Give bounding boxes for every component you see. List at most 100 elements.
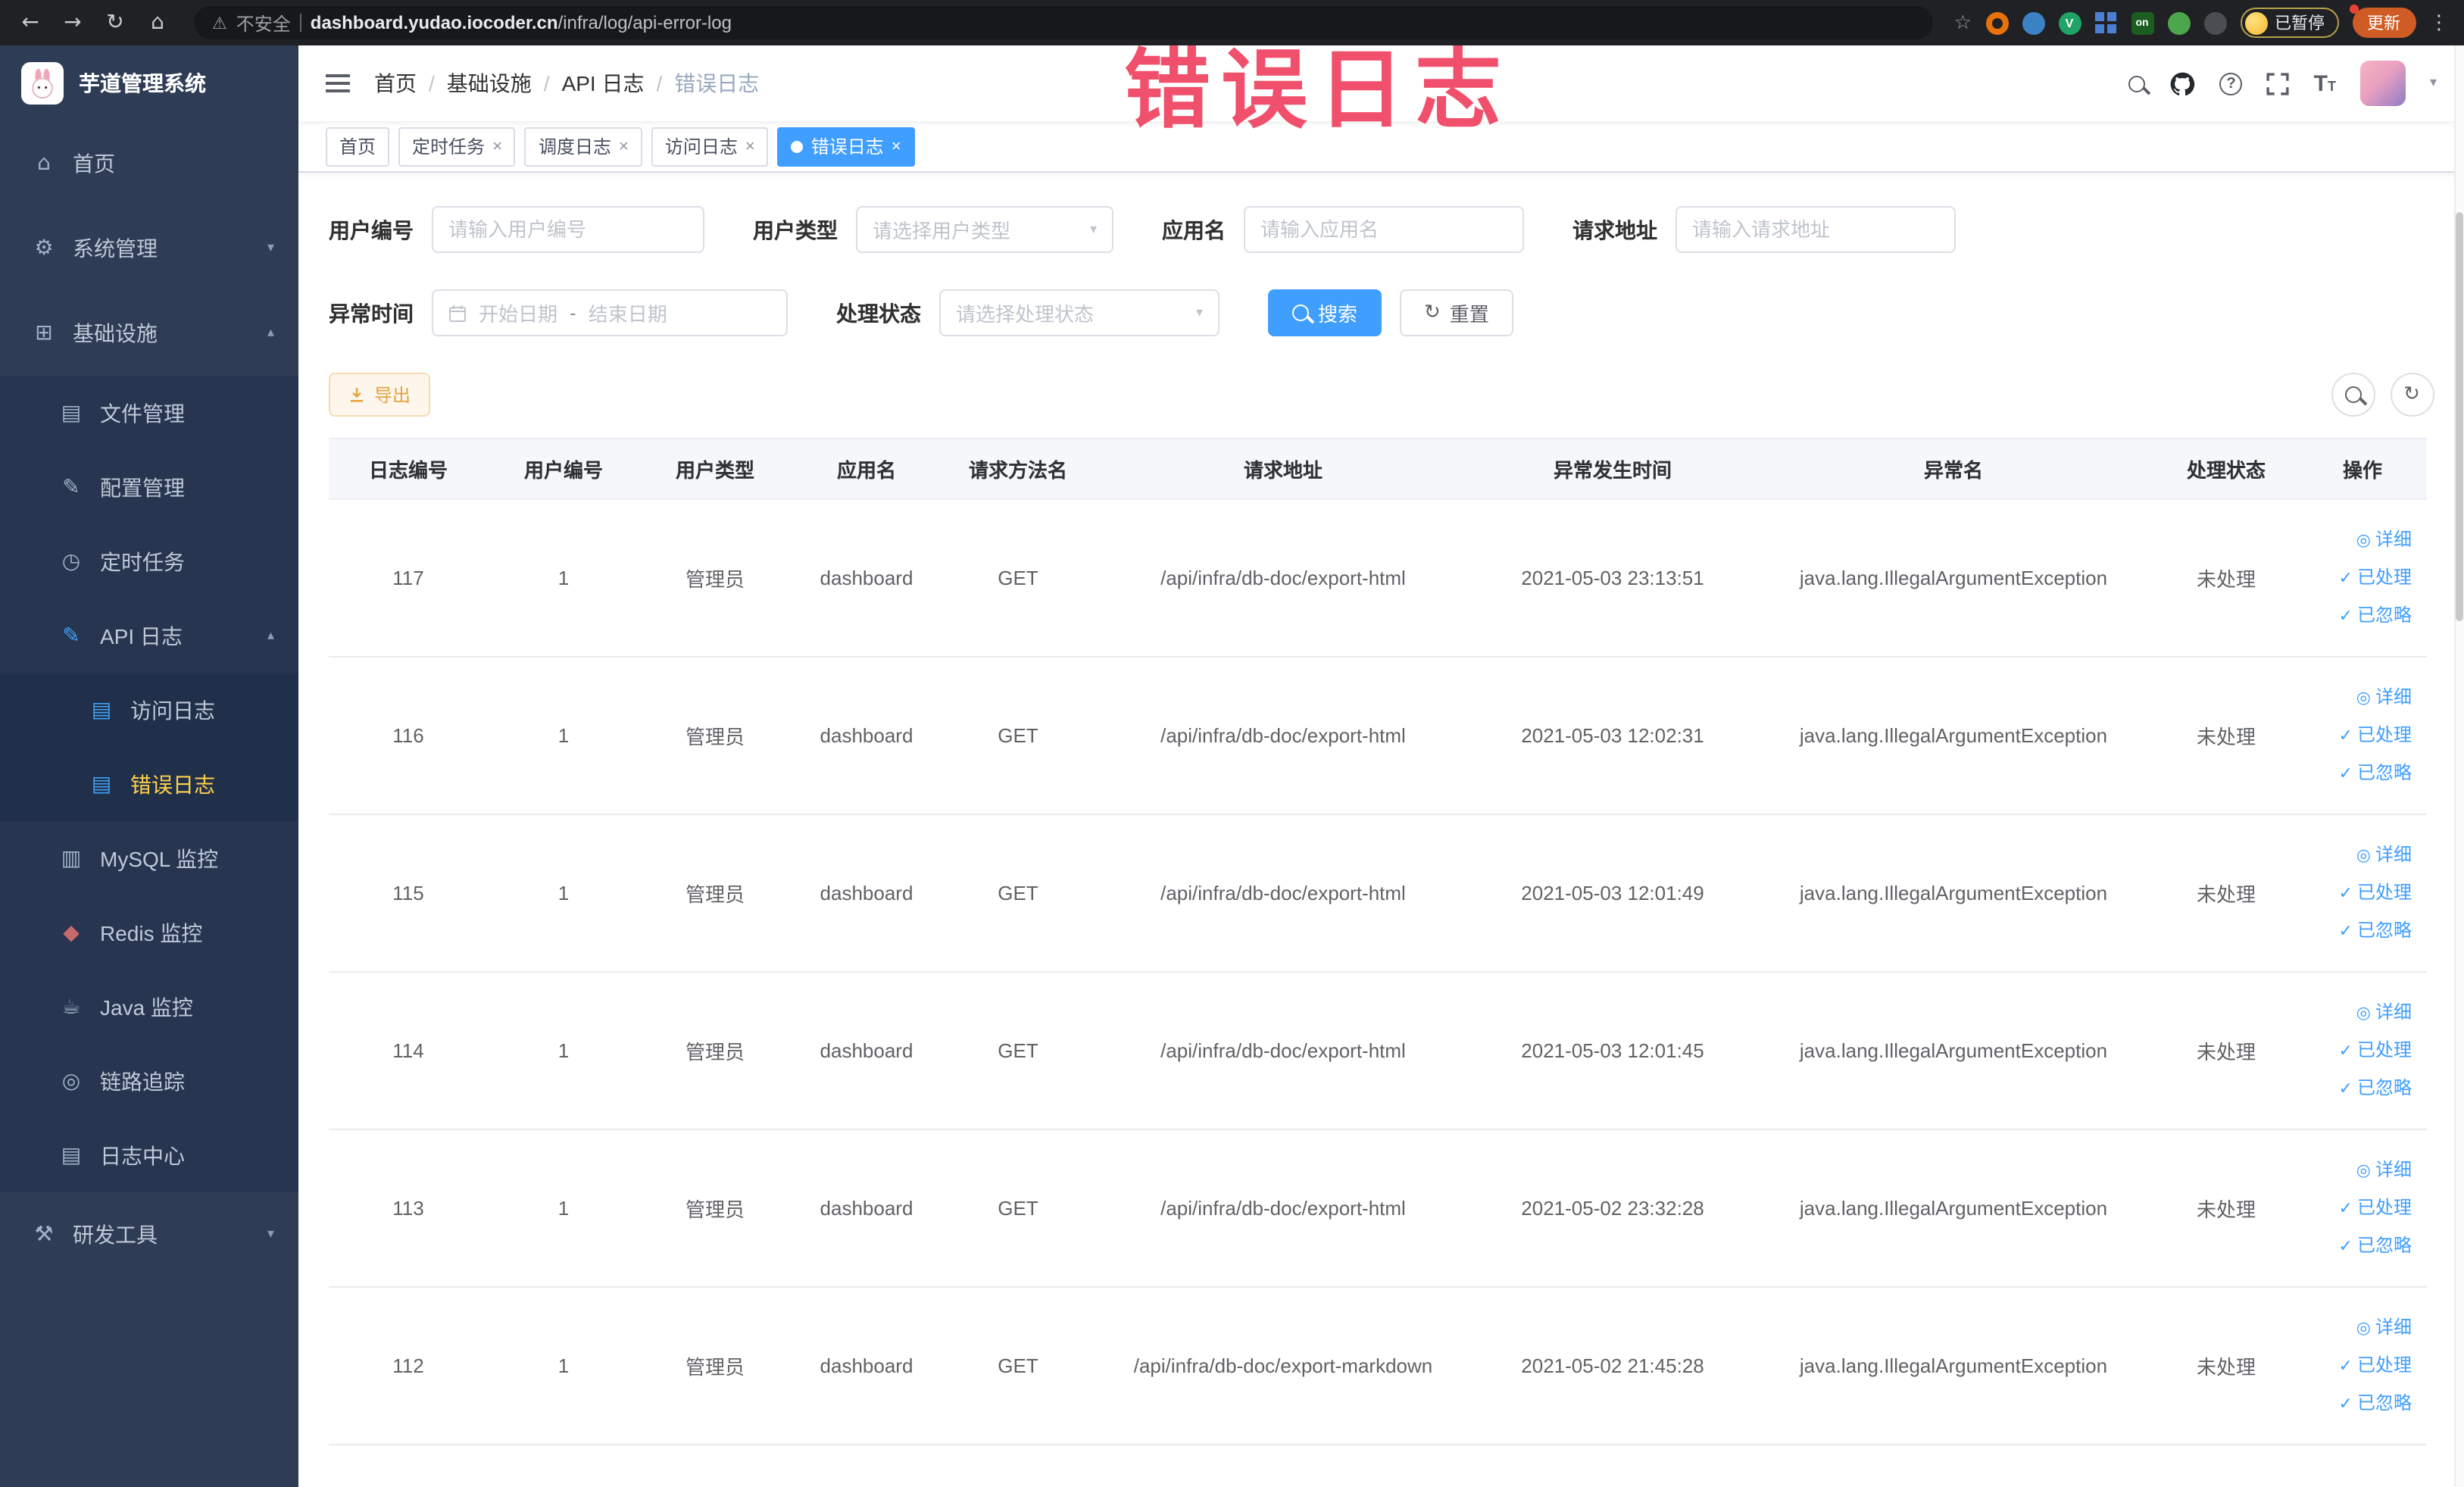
cell-user-type: 管理员 bbox=[639, 1287, 791, 1445]
cell-time: 2021-05-03 23:13:51 bbox=[1472, 499, 1753, 658]
search-icon[interactable] bbox=[2128, 75, 2146, 92]
cell-status: 未处理 bbox=[2154, 972, 2298, 1130]
tab-error-log[interactable]: 错误日志 × bbox=[777, 127, 915, 166]
process-status-select[interactable]: 请选择处理状态 ▾ bbox=[939, 289, 1220, 336]
update-button[interactable]: 更新 bbox=[2349, 5, 2416, 38]
sidebar-item-log-center[interactable]: ▤ 日志中心 bbox=[0, 1118, 298, 1192]
cell-status: 未处理 bbox=[2154, 499, 2298, 658]
scrollbar-thumb[interactable] bbox=[2455, 212, 2462, 621]
detail-icon: ◎ bbox=[2356, 1161, 2371, 1180]
extension-leaf-icon[interactable] bbox=[2167, 11, 2190, 34]
cell-actions: ◎ 详细 ✓ 已处理 ✓ 已忽略 bbox=[2298, 972, 2427, 1130]
process-icon: ✓ bbox=[2338, 1041, 2353, 1061]
cell-app-name: dashboard bbox=[791, 499, 942, 658]
sidebar-item-java-monitor[interactable]: ☕ Java 监控 bbox=[0, 970, 298, 1044]
extension-paw-icon[interactable] bbox=[2203, 11, 2226, 34]
ignore-link[interactable]: ✓ 已忽略 bbox=[2304, 754, 2412, 792]
sidebar-item-api-log[interactable]: ✎ API 日志 ▴ bbox=[0, 598, 298, 673]
process-link[interactable]: ✓ 已处理 bbox=[2304, 717, 2412, 754]
chrome-menu-icon[interactable]: ⋮ bbox=[2429, 11, 2449, 34]
main-area: 首页 / 基础设施 / API 日志 / 错误日志 ? TT ▾ 首页 定时任务… bbox=[298, 45, 2464, 1487]
hamburger-icon[interactable] bbox=[326, 74, 350, 92]
tab-scheduled-jobs[interactable]: 定时任务 × bbox=[398, 127, 516, 166]
col-user-type: 用户类型 bbox=[639, 438, 791, 500]
extension-grid-icon[interactable] bbox=[2094, 11, 2117, 34]
reload-icon[interactable]: ↻ bbox=[100, 11, 130, 35]
chevron-down-icon: ▾ bbox=[1089, 222, 1097, 237]
ignore-link[interactable]: ✓ 已忽略 bbox=[2304, 1070, 2412, 1107]
detail-link[interactable]: ◎ 详细 bbox=[2304, 679, 2412, 717]
extension-orange-icon[interactable] bbox=[1985, 11, 2008, 34]
font-size-icon[interactable]: TT bbox=[2314, 72, 2336, 95]
user-id-input[interactable] bbox=[432, 206, 704, 253]
fullscreen-icon[interactable] bbox=[2267, 72, 2290, 95]
avatar-caret-icon[interactable]: ▾ bbox=[2430, 76, 2437, 91]
sidebar-item-mysql-monitor[interactable]: ▥ MySQL 监控 bbox=[0, 821, 298, 895]
github-icon[interactable] bbox=[2170, 70, 2196, 96]
sidebar-item-redis-monitor[interactable]: ◆ Redis 监控 bbox=[0, 895, 298, 970]
extension-on-icon[interactable]: on bbox=[2131, 11, 2153, 34]
sidebar-item-access-log[interactable]: ▤ 访问日志 bbox=[0, 673, 298, 747]
sidebar-item-system-mgmt[interactable]: ⚙ 系统管理 ▾ bbox=[0, 206, 298, 291]
help-icon[interactable]: ? bbox=[2219, 72, 2243, 95]
close-icon[interactable]: × bbox=[619, 137, 629, 155]
process-link[interactable]: ✓ 已处理 bbox=[2304, 874, 2412, 912]
security-label: 不安全 bbox=[236, 13, 291, 34]
sidebar-item-scheduled-jobs[interactable]: ◷ 定时任务 bbox=[0, 524, 298, 598]
sidebar-item-home[interactable]: ⌂ 首页 bbox=[0, 121, 298, 206]
process-link[interactable]: ✓ 已处理 bbox=[2304, 1032, 2412, 1070]
close-icon[interactable]: × bbox=[492, 137, 502, 155]
user-type-select[interactable]: 请选择用户类型 ▾ bbox=[856, 206, 1113, 253]
extension-drop-icon[interactable] bbox=[2022, 11, 2044, 34]
export-button[interactable]: 导出 bbox=[329, 373, 431, 417]
detail-link[interactable]: ◎ 详细 bbox=[2304, 836, 2412, 874]
sidebar-item-link-tracing[interactable]: ◎ 链路追踪 bbox=[0, 1044, 298, 1118]
detail-link[interactable]: ◎ 详细 bbox=[2304, 1151, 2412, 1189]
ignore-link[interactable]: ✓ 已忽略 bbox=[2304, 1385, 2412, 1423]
reset-button[interactable]: ↻ 重置 bbox=[1400, 289, 1513, 336]
exception-time-range-picker[interactable]: 开始日期 - 结束日期 bbox=[432, 289, 788, 336]
cell-method: GET bbox=[942, 814, 1094, 973]
scrollbar[interactable] bbox=[2453, 45, 2464, 1487]
sidebar-item-error-log[interactable]: ▤ 错误日志 bbox=[0, 747, 298, 821]
home-icon[interactable]: ⌂ bbox=[142, 11, 173, 35]
sidebar-item-dev-tools[interactable]: ⚒ 研发工具 ▾ bbox=[0, 1192, 298, 1277]
ignore-link[interactable]: ✓ 已忽略 bbox=[2304, 912, 2412, 950]
tab-access-log[interactable]: 访问日志 × bbox=[651, 127, 769, 166]
sidebar-item-infrastructure[interactable]: ⊞ 基础设施 ▴ bbox=[0, 291, 298, 376]
app-name-input[interactable] bbox=[1244, 206, 1524, 253]
detail-link[interactable]: ◎ 详细 bbox=[2304, 521, 2412, 559]
close-icon[interactable]: × bbox=[892, 137, 901, 155]
process-link[interactable]: ✓ 已处理 bbox=[2304, 559, 2412, 597]
tab-home[interactable]: 首页 bbox=[326, 127, 390, 166]
start-date-placeholder: 开始日期 bbox=[479, 303, 558, 326]
extension-v-icon[interactable]: V bbox=[2058, 11, 2081, 34]
close-icon[interactable]: × bbox=[745, 137, 755, 155]
back-icon[interactable]: ← bbox=[15, 11, 45, 35]
ignore-link[interactable]: ✓ 已忽略 bbox=[2304, 597, 2412, 635]
tab-schedule-log[interactable]: 调度日志 × bbox=[524, 127, 642, 166]
api-log-icon: ✎ bbox=[62, 623, 80, 648]
ignore-link[interactable]: ✓ 已忽略 bbox=[2304, 1227, 2412, 1265]
detail-link[interactable]: ◎ 详细 bbox=[2304, 1309, 2412, 1347]
search-button[interactable]: 搜索 bbox=[1268, 289, 1382, 336]
end-date-placeholder: 结束日期 bbox=[588, 303, 667, 326]
request-url-input[interactable] bbox=[1675, 206, 1956, 253]
address-bar[interactable]: ⚠ 不安全 dashboard.yudao.iocoder.cn/infra/l… bbox=[194, 6, 1933, 39]
detail-link[interactable]: ◎ 详细 bbox=[2304, 994, 2412, 1032]
forward-icon[interactable]: → bbox=[58, 11, 88, 35]
profile-paused-badge[interactable]: 已暂停 bbox=[2240, 8, 2338, 38]
search-toggle-button[interactable] bbox=[2331, 373, 2375, 417]
process-link[interactable]: ✓ 已处理 bbox=[2304, 1189, 2412, 1227]
breadcrumb-api-log[interactable]: API 日志 bbox=[562, 68, 645, 98]
sidebar-item-config-mgmt[interactable]: ✎ 配置管理 bbox=[0, 450, 298, 524]
avatar[interactable] bbox=[2359, 61, 2406, 106]
cell-request-url: /api/infra/db-doc/export-html bbox=[1094, 499, 1472, 658]
bookmark-star-icon[interactable]: ☆ bbox=[1954, 11, 1972, 34]
breadcrumb-infrastructure[interactable]: 基础设施 bbox=[447, 68, 532, 98]
refresh-button[interactable]: ↻ bbox=[2390, 373, 2434, 417]
breadcrumb-home[interactable]: 首页 bbox=[374, 68, 417, 98]
table-row: 114 1 管理员 dashboard GET/api/infra/db-doc/exp… bbox=[329, 972, 2427, 1130]
sidebar-item-file-mgmt[interactable]: ▤ 文件管理 bbox=[0, 376, 298, 450]
process-link[interactable]: ✓ 已处理 bbox=[2304, 1347, 2412, 1385]
